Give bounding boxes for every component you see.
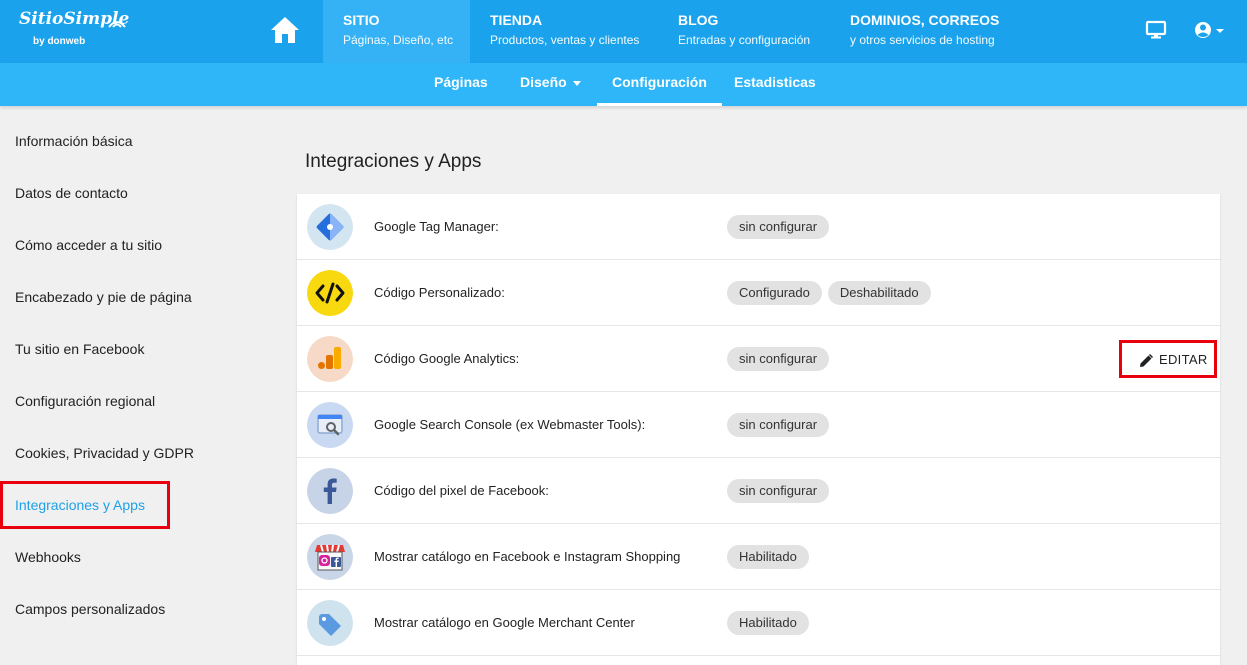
status-badges: Habilitado	[727, 545, 815, 569]
sidebar-item-campos[interactable]: Campos personalizados	[15, 601, 165, 617]
status-badge: sin configurar	[727, 215, 830, 239]
price-tag-icon	[307, 600, 353, 646]
top-nav-title: BLOG	[678, 12, 719, 28]
facebook-icon	[307, 468, 353, 514]
edit-button-label: EDITAR	[1159, 352, 1208, 367]
status-badge: sin configurar	[727, 479, 830, 503]
status-badges: sin configurar	[727, 413, 835, 437]
status-badge: sin configurar	[727, 413, 830, 437]
home-icon	[271, 17, 299, 43]
code-icon	[307, 270, 353, 316]
top-nav-dominios[interactable]: DOMINIOS, CORREOS y otros servicios de h…	[830, 0, 1020, 63]
subnav-label: Páginas	[434, 74, 488, 90]
sidebar-item-integraciones[interactable]: Integraciones y Apps	[15, 497, 145, 513]
sidebar-item-cookies[interactable]: Cookies, Privacidad y GDPR	[15, 445, 194, 461]
top-nav-subtitle: Entradas y configuración	[678, 33, 811, 47]
sidebar-item-como-acceder[interactable]: Cómo acceder a tu sitio	[15, 237, 162, 253]
top-nav-title: SITIO	[343, 12, 380, 28]
subnav-paginas[interactable]: Páginas	[434, 63, 488, 106]
sitiosimple-logo[interactable]: SitioSimple by donweb	[19, 9, 129, 53]
subnav-label: Estadisticas	[734, 74, 816, 90]
top-bar: SitioSimple by donweb SITIO Páginas, Dis…	[0, 0, 1247, 63]
sidebar-item-encabezado[interactable]: Encabezado y pie de página	[15, 289, 192, 305]
logo-byline: by donweb	[33, 36, 86, 47]
status-badge: Habilitado	[727, 611, 809, 635]
integration-row-custom-code[interactable]: Código Personalizado: Configurado Deshabi…	[297, 260, 1220, 326]
monitor-icon	[1145, 20, 1167, 39]
wifi-wave-icon	[108, 21, 126, 28]
subnav-estadisticas[interactable]: Estadisticas	[734, 63, 816, 106]
status-badges: sin configurar	[727, 479, 835, 503]
status-badge: Deshabilitado	[827, 281, 931, 305]
top-nav-tienda[interactable]: TIENDA Productos, ventas y clientes	[470, 0, 658, 63]
user-menu-button[interactable]	[1194, 20, 1228, 40]
status-badges: sin configurar	[727, 347, 835, 371]
status-badges: Configurado Deshabilitado	[727, 281, 937, 305]
integration-row-tag-manager[interactable]: Google Tag Manager: sin configurar	[297, 194, 1220, 260]
sidebar-item-informacion-basica[interactable]: Información básica	[15, 133, 133, 149]
integration-label: Código Google Analytics:	[374, 351, 520, 366]
subnav-diseno[interactable]: Diseño	[520, 63, 581, 106]
preview-site-button[interactable]	[1145, 20, 1167, 40]
caret-down-icon	[572, 80, 581, 86]
subnav-configuracion[interactable]: Configuración	[597, 63, 722, 106]
google-analytics-icon	[307, 336, 353, 382]
home-button[interactable]	[268, 14, 302, 46]
subnav-label: Diseño	[520, 74, 567, 90]
subnav-label: Configuración	[612, 74, 707, 90]
edit-button[interactable]: EDITAR	[1119, 340, 1217, 378]
integration-row-facebook-pixel[interactable]: Código del pixel de Facebook: sin config…	[297, 458, 1220, 524]
sub-navigation: Páginas Diseño Configuración Estadistica…	[0, 63, 1247, 106]
top-nav-sitio[interactable]: SITIO Páginas, Diseño, etc	[323, 0, 470, 63]
status-badge: Habilitado	[727, 545, 809, 569]
sidebar-item-regional[interactable]: Configuración regional	[15, 393, 155, 409]
top-nav-subtitle: Productos, ventas y clientes	[490, 33, 640, 47]
top-nav-blog[interactable]: BLOG Entradas y configuración	[658, 0, 830, 63]
integration-label: Código Personalizado:	[374, 285, 505, 300]
pencil-icon	[1140, 353, 1154, 367]
status-badge: sin configurar	[727, 347, 830, 371]
status-badges: sin configurar	[727, 215, 835, 239]
top-nav-title: DOMINIOS, CORREOS	[850, 12, 1000, 28]
integration-label: Código del pixel de Facebook:	[374, 483, 549, 498]
integration-label: Mostrar catálogo en Google Merchant Cent…	[374, 615, 635, 630]
integration-row-google-merchant[interactable]: Mostrar catálogo en Google Merchant Cent…	[297, 590, 1220, 656]
settings-sidebar: Información básica Datos de contacto Cóm…	[0, 106, 280, 665]
google-tag-manager-icon	[307, 204, 353, 250]
sidebar-item-webhooks[interactable]: Webhooks	[15, 549, 81, 565]
top-nav-title: TIENDA	[490, 12, 543, 28]
integration-label: Google Search Console (ex Webmaster Tool…	[374, 417, 646, 432]
integrations-list: Google Tag Manager: sin configurar Códig…	[297, 194, 1220, 665]
sidebar-item-facebook[interactable]: Tu sitio en Facebook	[15, 341, 144, 357]
integration-row-google-analytics[interactable]: Código Google Analytics: sin configurar …	[297, 326, 1220, 392]
integration-label: Google Tag Manager:	[374, 219, 499, 234]
page-title: Integraciones y Apps	[305, 151, 482, 172]
top-nav-subtitle: Páginas, Diseño, etc	[343, 33, 454, 47]
search-console-icon	[307, 402, 353, 448]
integration-label: Mostrar catálogo en Facebook e Instagram…	[374, 549, 681, 564]
top-nav-subtitle: y otros servicios de hosting	[850, 33, 995, 47]
shop-catalog-icon	[307, 534, 353, 580]
integration-row-search-console[interactable]: Google Search Console (ex Webmaster Tool…	[297, 392, 1220, 458]
user-account-icon	[1195, 22, 1224, 38]
status-badges: Habilitado	[727, 611, 815, 635]
integration-row-fb-instagram-shopping[interactable]: Mostrar catálogo en Facebook e Instagram…	[297, 524, 1220, 590]
status-badge: Configurado	[727, 281, 822, 305]
sidebar-item-datos-contacto[interactable]: Datos de contacto	[15, 185, 128, 201]
